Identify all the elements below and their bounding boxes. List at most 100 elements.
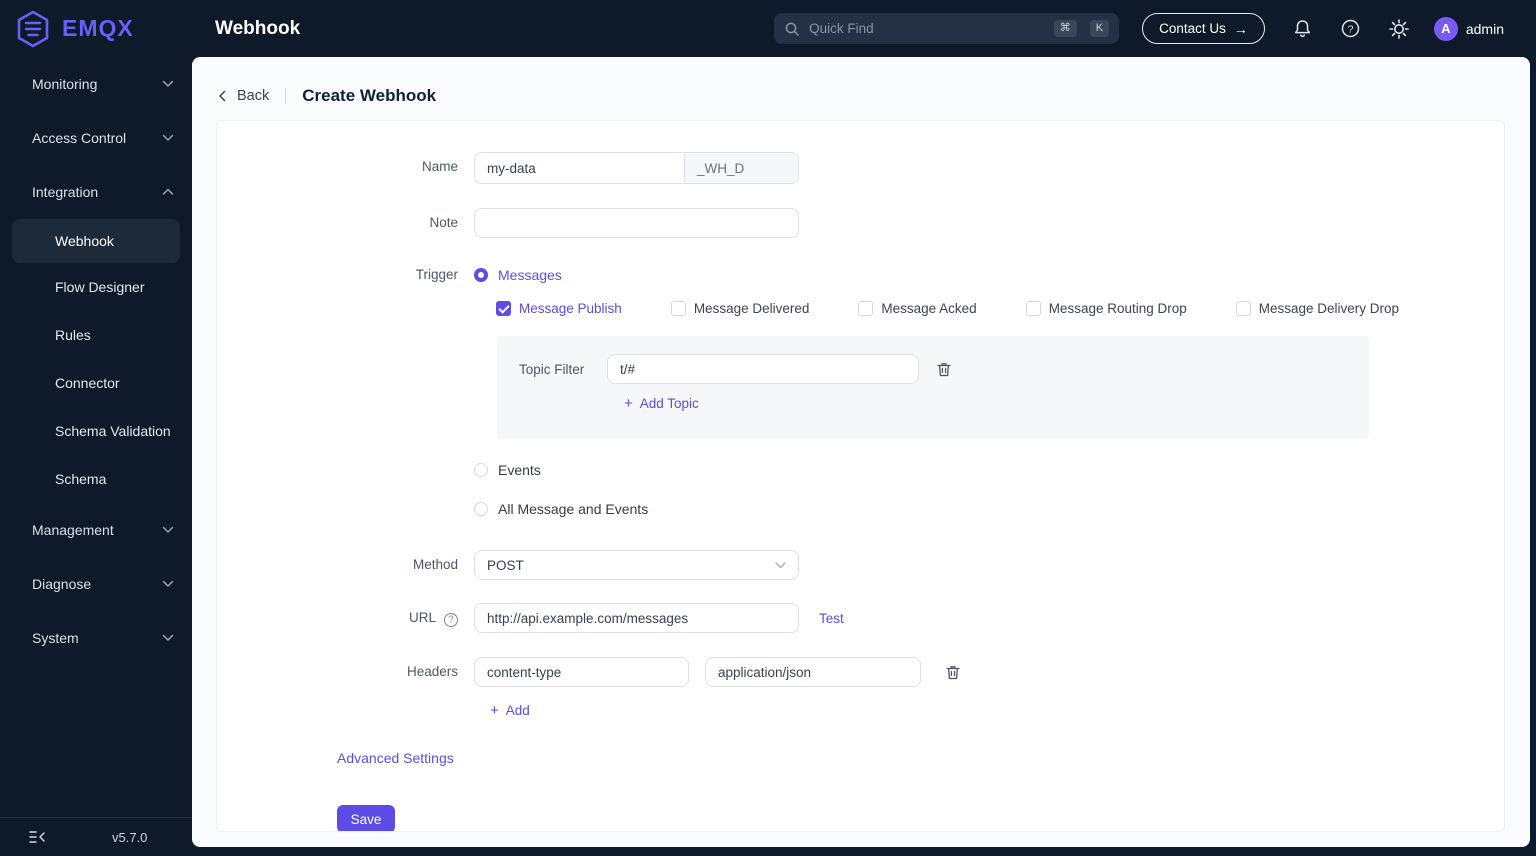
search-placeholder: Quick Find (809, 21, 874, 36)
main-panel: Back Create Webhook Name _WH_D Note Trig… (192, 57, 1530, 847)
sidebar-item-webhook[interactable]: Webhook (12, 219, 180, 263)
method-label: Method (412, 557, 458, 572)
sidebar-item-label: Monitoring (32, 76, 98, 92)
contact-us-button[interactable]: Contact Us → (1142, 13, 1265, 44)
radio-label: Messages (498, 267, 562, 283)
kbd-k: K (1089, 20, 1110, 37)
sidebar-item-schema-validation[interactable]: Schema Validation (0, 407, 192, 455)
radio-label: Events (498, 462, 541, 478)
note-label: Note (429, 215, 458, 230)
sidebar-item-label: Rules (55, 327, 91, 343)
name-suffix: _WH_D (684, 153, 798, 183)
name-input[interactable] (475, 153, 684, 183)
header-key-input[interactable] (474, 657, 689, 687)
checkbox-icon (1235, 300, 1251, 316)
radio-messages[interactable]: Messages (474, 266, 1504, 284)
divider (285, 88, 287, 104)
add-topic-button[interactable]: + Add Topic (624, 396, 699, 411)
checkbox-icon (858, 300, 874, 316)
delete-topic-button[interactable] (936, 361, 952, 378)
radio-all-message-and-events[interactable]: All Message and Events (474, 500, 1504, 518)
top-header: EMQX Webhook Quick Find ⌘ K Contact Us → (0, 0, 1536, 57)
name-input-group: _WH_D (474, 152, 799, 184)
sidebar-item-label: Integration (32, 184, 99, 200)
plus-icon: + (624, 395, 633, 412)
checkbox-icon (670, 300, 686, 316)
plus-icon: + (490, 702, 499, 719)
chevron-down-icon (162, 80, 174, 87)
topic-filter-panel: Topic Filter t/# + Add Topic (497, 336, 1369, 439)
radio-events[interactable]: Events (474, 461, 1504, 479)
message-type-checkboxes: Message Publish Message Delivered Messag… (496, 300, 1504, 316)
note-input[interactable] (474, 208, 799, 238)
sidebar-item-integration[interactable]: Integration (0, 165, 192, 219)
method-select[interactable]: POST (474, 550, 799, 580)
sidebar-item-monitoring[interactable]: Monitoring (0, 57, 192, 111)
sidebar-item-schema[interactable]: Schema (0, 455, 192, 503)
chevron-left-icon (219, 90, 226, 102)
trash-icon (946, 665, 960, 679)
topic-filter-input[interactable] (607, 354, 919, 384)
sidebar-item-connector[interactable]: Connector (0, 359, 192, 407)
url-label: URL (408, 610, 436, 625)
bell-icon[interactable] (1292, 18, 1313, 39)
name-label: Name (421, 159, 458, 174)
contact-us-label: Contact Us (1159, 21, 1226, 36)
test-url-link[interactable]: Test (819, 611, 844, 626)
chevron-down-icon (162, 526, 174, 533)
checkbox-message-publish[interactable]: Message Publish (496, 300, 622, 316)
kbd-cmd: ⌘ (1053, 20, 1077, 37)
radio-icon (474, 502, 488, 516)
back-button[interactable]: Back (218, 88, 269, 104)
sidebar: Monitoring Access Control Integration We… (0, 57, 192, 856)
brand-name: EMQX (62, 15, 134, 41)
avatar: A (1433, 16, 1458, 41)
sidebar-item-label: Webhook (55, 233, 114, 249)
sidebar-item-rules[interactable]: Rules (0, 311, 192, 359)
radio-icon (474, 463, 488, 477)
sidebar-item-flow-designer[interactable]: Flow Designer (0, 263, 192, 311)
sidebar-item-diagnose[interactable]: Diagnose (0, 557, 192, 611)
url-input[interactable] (474, 603, 799, 633)
sidebar-item-label: Schema (55, 471, 107, 487)
checkbox-icon (1025, 300, 1041, 316)
url-help-icon[interactable] (444, 613, 458, 627)
breadcrumb: Back Create Webhook (192, 57, 1530, 106)
help-icon[interactable]: ? (1340, 18, 1361, 39)
delete-header-button[interactable] (945, 664, 961, 681)
create-webhook-title: Create Webhook (302, 86, 437, 105)
add-header-button[interactable]: + Add (490, 703, 530, 718)
save-button[interactable]: Save (337, 805, 395, 831)
sidebar-item-management[interactable]: Management (0, 503, 192, 557)
search-icon (784, 21, 800, 37)
radio-icon (474, 268, 488, 282)
radio-label: All Message and Events (498, 501, 649, 517)
sidebar-item-label: Connector (55, 375, 120, 391)
emqx-logo-icon (15, 9, 51, 49)
checkbox-message-acked[interactable]: Message Acked (858, 300, 977, 316)
sidebar-item-access-control[interactable]: Access Control (0, 111, 192, 165)
sidebar-item-label: Access Control (32, 130, 127, 146)
back-label: Back (237, 88, 270, 104)
sidebar-footer: v5.7.0 (0, 817, 192, 856)
username: admin (1465, 20, 1504, 37)
chevron-down-icon (162, 134, 174, 141)
checkbox-message-delivery-drop[interactable]: Message Delivery Drop (1235, 300, 1399, 316)
sidebar-item-system[interactable]: System (0, 611, 192, 665)
settings-gear-icon[interactable] (1388, 18, 1410, 40)
chevron-down-icon (162, 634, 174, 641)
brand-logo[interactable]: EMQX (0, 9, 192, 49)
collapse-sidebar-icon[interactable] (28, 829, 46, 845)
svg-text:?: ? (1347, 23, 1353, 35)
chevron-down-icon (162, 580, 174, 587)
quick-find-search[interactable]: Quick Find ⌘ K (774, 13, 1120, 44)
sidebar-item-label: Flow Designer (55, 279, 145, 295)
checkbox-message-delivered[interactable]: Message Delivered (670, 300, 809, 316)
header-value-input[interactable] (705, 657, 921, 687)
checkbox-message-routing-drop[interactable]: Message Routing Drop (1025, 300, 1187, 316)
trigger-label: Trigger (415, 267, 458, 282)
chevron-up-icon (162, 188, 174, 195)
headers-label: Headers (406, 664, 458, 679)
advanced-settings-link[interactable]: Advanced Settings (337, 750, 454, 766)
user-menu[interactable]: A admin (1433, 16, 1504, 41)
